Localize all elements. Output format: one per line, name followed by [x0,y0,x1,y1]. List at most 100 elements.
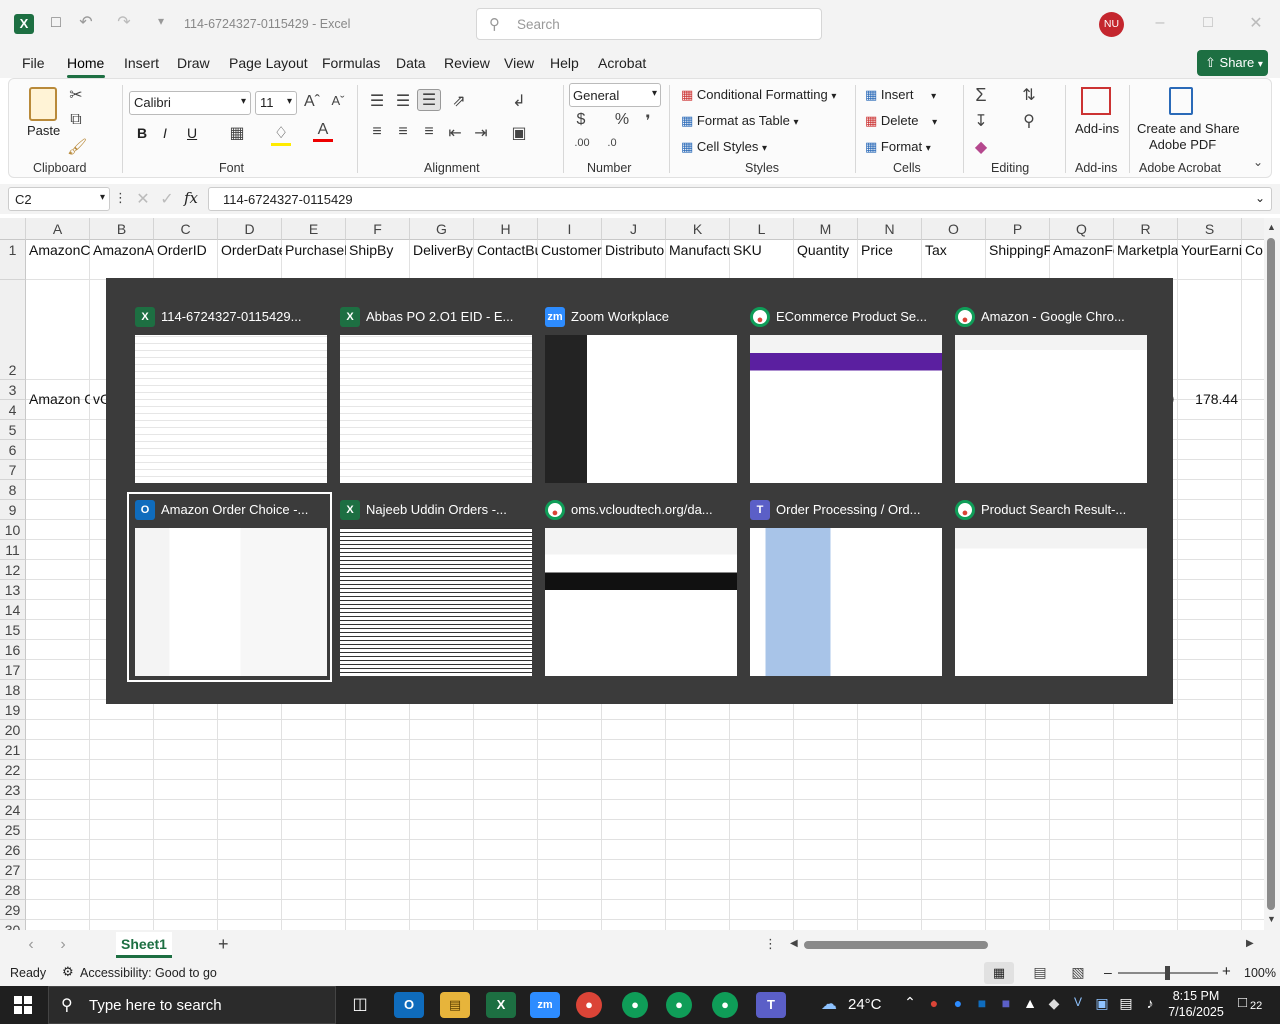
row-header[interactable]: 28 [0,880,26,900]
tray-zoom-icon[interactable]: ● [950,995,966,1011]
header-cell[interactable]: AmazonAc [90,240,154,260]
column-header[interactable]: O [922,218,986,240]
file-explorer-taskbar-icon[interactable]: ▤ [440,992,470,1018]
share-button[interactable]: ⇧ Share ▾ [1197,50,1268,76]
row-header[interactable]: 15 [0,620,26,640]
header-cell[interactable]: Manufactu [666,240,730,260]
header-cell[interactable]: Tax [922,240,986,260]
row-header[interactable]: 5 [0,420,26,440]
align-bottom-icon[interactable]: ☰ [417,89,441,111]
header-cell[interactable]: Marketpla [1114,240,1178,260]
column-header[interactable]: P [986,218,1050,240]
currency-icon[interactable]: $ [573,111,589,129]
tab-review[interactable]: Review [444,55,490,71]
decrease-indent-icon[interactable]: ⇤ [445,123,465,143]
page-break-view-icon[interactable]: ▧ [1068,964,1088,981]
tab-insert[interactable]: Insert [124,55,159,71]
row-header[interactable]: 10 [0,520,26,540]
number-format-dropdown[interactable]: General ▾ [569,83,661,107]
row-header[interactable]: 13 [0,580,26,600]
header-cell[interactable]: AmazonFe [1050,240,1114,260]
formula-input[interactable]: 114-6724327-0115429 ⌄ [208,187,1272,211]
ribbon-collapse-icon[interactable]: ⌄ [1251,155,1265,169]
format-as-table-button[interactable]: ▦ Format as Table ▾ [681,113,799,129]
row-header[interactable]: 6 [0,440,26,460]
row-header[interactable]: 9 [0,500,26,520]
header-cell[interactable]: Quantity [794,240,858,260]
tab-help[interactable]: Help [550,55,579,71]
row-header[interactable]: 20 [0,720,26,740]
column-header[interactable]: M [794,218,858,240]
comma-style-icon[interactable]: ❜ [641,111,655,131]
zoom-slider-thumb[interactable] [1165,966,1170,980]
switcher-window[interactable]: X Abbas PO 2.O1 EID - E... [332,299,537,489]
tray-volume-icon[interactable]: ♪ [1142,995,1158,1011]
row-header[interactable]: 22 [0,760,26,780]
tab-file[interactable]: File [22,55,45,71]
column-header[interactable]: S [1178,218,1242,240]
switcher-window[interactable]: ● oms.vcloudtech.org/da... [537,492,742,682]
bold-button[interactable]: B [137,125,147,141]
header-cell[interactable]: ShipBy [346,240,410,260]
decrease-font-icon[interactable]: Aˇ [329,93,347,108]
tray-vpn-icon[interactable]: V [1070,995,1086,1009]
excel-taskbar-icon[interactable]: X [486,992,516,1018]
column-header[interactable]: F [346,218,410,240]
outlook-taskbar-icon[interactable]: O [394,992,424,1018]
zoom-out-icon[interactable]: – [1104,964,1112,980]
weather-temp[interactable]: 24°C [848,996,882,1013]
customize-toolbar-icon[interactable]: ▾ [154,14,168,28]
column-header[interactable]: N [858,218,922,240]
name-box[interactable]: C2 ▾ [8,187,110,211]
column-header[interactable]: I [538,218,602,240]
header-cell[interactable]: PurchaseD [282,240,346,260]
header-cell[interactable]: Customer [538,240,602,260]
header-cell[interactable]: AmazonCo [26,240,90,260]
font-size-dropdown[interactable]: 11 ▾ [255,91,297,115]
align-right-icon[interactable]: ≡ [419,123,439,141]
close-icon[interactable]: ✕ [1246,13,1266,33]
tab-formulas[interactable]: Formulas [322,55,380,71]
column-header[interactable]: B [90,218,154,240]
tray-wifi-icon[interactable]: ▤ [1118,995,1134,1012]
chrome-taskbar-icon-4[interactable]: ● [712,992,738,1018]
row-header[interactable]: 1 [0,240,26,280]
row-header[interactable]: 19 [0,700,26,720]
header-cell[interactable]: DeliverBy [410,240,474,260]
font-name-dropdown[interactable]: Calibri ▾ [129,91,251,115]
header-cell[interactable]: Price [858,240,922,260]
row-header[interactable]: 12 [0,560,26,580]
prev-sheet-icon[interactable]: ‹ [24,936,38,954]
tab-page-layout[interactable]: Page Layout [229,55,308,71]
insert-cells-button[interactable]: ▦ Insert ▾ [865,87,936,103]
addins-button[interactable]: Add-ins [1073,85,1119,145]
select-all-corner[interactable] [0,218,26,240]
zoom-slider[interactable] [1118,966,1218,980]
column-header[interactable]: E [282,218,346,240]
sheet-tab-sheet1[interactable]: Sheet1 [116,932,172,958]
column-header[interactable]: A [26,218,90,240]
tab-draw[interactable]: Draw [177,55,210,71]
header-cell[interactable]: Distributo [602,240,666,260]
vertical-scroll-thumb[interactable] [1267,238,1275,910]
undo-icon[interactable]: ↶ [76,12,96,32]
taskbar-search-box[interactable]: ⚲ Type here to search [48,986,336,1024]
sheet-options-icon[interactable]: ⋮ [764,936,777,952]
tray-outlook-icon[interactable]: ■ [974,995,990,1011]
expand-formula-icon[interactable]: ⌄ [1255,191,1265,205]
increase-font-icon[interactable]: Aˆ [303,93,321,111]
wrap-text-icon[interactable]: ↲ [509,91,529,111]
more-options-icon[interactable]: ⋮ [114,190,127,206]
horizontal-scrollbar[interactable]: ◀ ▶ [790,938,1260,952]
align-middle-icon[interactable]: ☰ [393,91,413,111]
tray-chrome-icon[interactable]: ● [926,995,942,1011]
column-header[interactable]: H [474,218,538,240]
create-share-pdf-button[interactable]: Create and Share Adobe PDF [1135,85,1240,155]
header-cell[interactable]: OrderID [154,240,218,260]
cell-styles-button[interactable]: ▦ Cell Styles ▾ [681,139,767,155]
clear-icon[interactable]: ◆ [971,137,991,157]
column-header[interactable]: Q [1050,218,1114,240]
save-icon[interactable]: □ [46,14,66,32]
column-header[interactable]: J [602,218,666,240]
chrome-taskbar-icon-3[interactable]: ● [666,992,692,1018]
